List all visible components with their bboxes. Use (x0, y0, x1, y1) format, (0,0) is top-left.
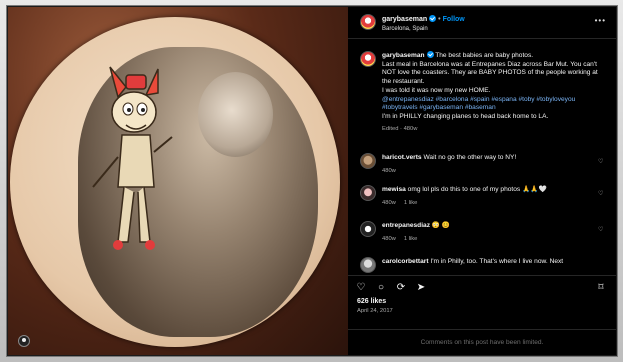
author-username[interactable]: garybaseman (382, 16, 427, 23)
likes-count[interactable]: 626 likes (357, 297, 386, 306)
post-panel: garybaseman • Follow Barcelona, Spain ••• … (348, 7, 616, 355)
baby-head (198, 72, 273, 157)
caption-avatar[interactable] (360, 51, 376, 67)
comment-heart-icon[interactable]: ♡ (598, 227, 604, 233)
comments-limited-notice: Comments on this post have been limited. (348, 329, 616, 355)
post-header: garybaseman • Follow Barcelona, Spain ••• (348, 7, 616, 39)
heart-icon[interactable]: ♡ (356, 283, 366, 293)
more-icon[interactable]: ••• (595, 16, 606, 26)
comment-text: Wait no go the other way to NY! (423, 154, 517, 161)
comment-username[interactable]: entrepanesdiaz (382, 222, 430, 229)
comment-text: omg lol pls do this to one of my photos … (407, 186, 547, 193)
caption-body: Last meal in Barcelona was at Entrepanes… (382, 60, 598, 86)
comment-heart-icon[interactable]: ♡ (598, 159, 604, 165)
caption-closing: I'm in PHILLY changing planes to head ba… (382, 112, 549, 120)
caption-line1: The best babies are baby photos. (435, 52, 534, 59)
action-bar: ♡ ○ ⟳ ➤ ⌑ (348, 275, 616, 297)
comment-time: 480w (382, 199, 396, 206)
send-icon[interactable]: ➤ (416, 283, 426, 293)
caption-text: garybaseman The best babies are baby pho… (382, 51, 608, 133)
comment-text: 😳 😊 (431, 222, 451, 229)
comment-meta: 480w (382, 168, 592, 176)
comment-username[interactable]: haricot.verts (382, 154, 422, 161)
post-image[interactable] (8, 7, 348, 355)
caption-home-line: I was told it was now my new HOME. (382, 86, 491, 94)
post-date[interactable]: April 24, 2017 (357, 308, 393, 316)
location-link[interactable]: Barcelona, Spain (382, 26, 428, 34)
comment-body: haricot.verts Wait no go the other way t… (382, 154, 592, 175)
author-line: garybaseman • Follow (382, 15, 465, 24)
comment-heart-icon[interactable]: ♡ (598, 191, 604, 197)
caption-username[interactable]: garybaseman (382, 52, 425, 59)
comment-meta: 480w 1 like (382, 236, 592, 244)
tagged-users-icon[interactable] (18, 335, 30, 347)
caption-meta: Edited · 480w (382, 125, 418, 132)
commenter-avatar[interactable] (360, 221, 376, 237)
comment-text: I'm in Philly, too. That's where I live … (430, 258, 564, 265)
cartoon-dog-drawing (92, 66, 173, 250)
comment-username[interactable]: mewisa (382, 186, 406, 193)
bookmark-icon[interactable]: ⌑ (596, 283, 606, 293)
commenter-avatar[interactable] (360, 185, 376, 201)
author-avatar[interactable] (360, 14, 376, 30)
share-icon[interactable]: ⟳ (396, 283, 406, 293)
verified-icon (429, 15, 437, 22)
comment-username[interactable]: carolcorbettart (382, 258, 429, 265)
caption-hashtags[interactable]: @entrepanesdiaz #barcelona #spain #espan… (382, 96, 575, 112)
comment-icon[interactable]: ○ (376, 283, 386, 293)
commenter-avatar[interactable] (360, 257, 376, 273)
commenter-avatar[interactable] (360, 153, 376, 169)
verified-icon (426, 51, 434, 58)
comment-body: entrepanesdiaz 😳 😊 480w 1 like (382, 222, 592, 243)
comment-meta: 480w 1 like (382, 200, 592, 208)
comment-body: mewisa omg lol pls do this to one of my … (382, 186, 592, 207)
comment-time: 480w (382, 235, 396, 242)
comment-time: 480w (382, 167, 396, 174)
comment-likes[interactable]: 1 like (404, 236, 418, 242)
comment-body: carolcorbettart I'm in Philly, too. That… (382, 258, 592, 267)
dot-separator: • (438, 16, 441, 23)
comment-likes[interactable]: 1 like (404, 200, 418, 206)
follow-button[interactable]: Follow (443, 16, 465, 23)
